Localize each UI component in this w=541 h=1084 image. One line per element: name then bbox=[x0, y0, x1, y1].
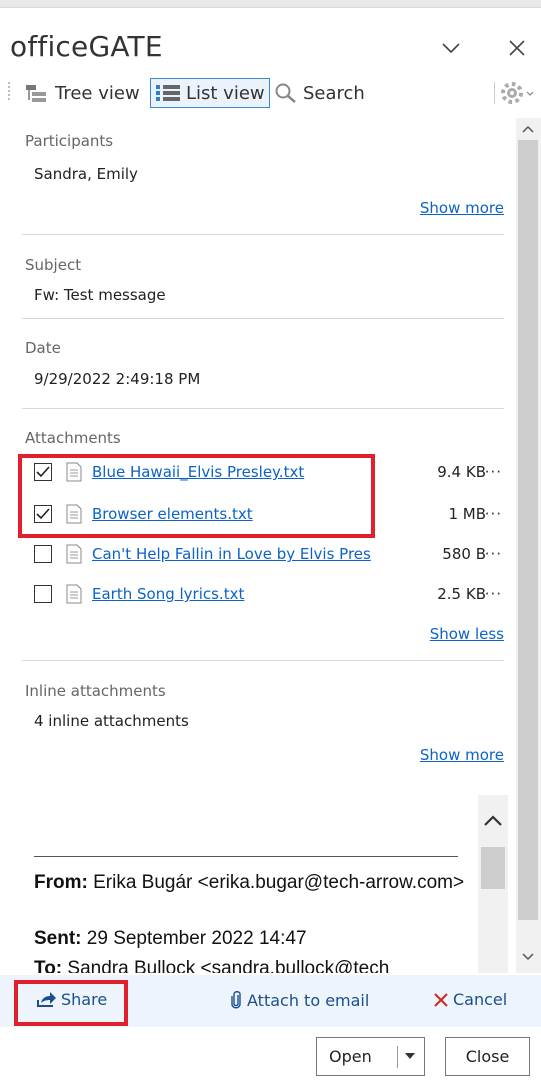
attachment-link[interactable]: Earth Song lyrics.txt bbox=[92, 585, 397, 603]
preview-from: From: Erika Bugár <erika.bugar@tech-arro… bbox=[34, 869, 474, 897]
text-file-icon bbox=[66, 544, 82, 564]
attachment-size: 9.4 KB bbox=[437, 463, 486, 481]
scroll-up-icon[interactable] bbox=[521, 124, 535, 134]
preview-to: To: Sandra Bullock <sandra.bullock@tech bbox=[34, 955, 478, 973]
tree-view-icon bbox=[24, 83, 50, 103]
subject-value: Fw: Test message bbox=[34, 286, 166, 304]
attachment-size: 580 B bbox=[442, 545, 486, 563]
tree-view-button[interactable]: Tree view bbox=[24, 78, 140, 108]
view-toolbar: Tree view List view Search bbox=[0, 76, 541, 110]
chevron-down-icon[interactable] bbox=[437, 34, 465, 62]
attachments-label: Attachments bbox=[25, 429, 121, 447]
attachment-link[interactable]: Can't Help Fallin in Love by Elvis Pres bbox=[92, 545, 397, 563]
paperclip-icon bbox=[229, 990, 243, 1010]
participants-value: Sandra, Emily bbox=[34, 165, 138, 183]
preview-scrollbar[interactable] bbox=[478, 795, 508, 973]
pane-scrollbar[interactable] bbox=[516, 118, 541, 973]
attachment-checkbox[interactable] bbox=[34, 585, 52, 603]
window-top-edge bbox=[0, 0, 541, 8]
close-icon bbox=[433, 992, 449, 1008]
list-view-label: List view bbox=[186, 82, 265, 104]
dropdown-arrow-icon[interactable] bbox=[398, 1053, 415, 1060]
tree-view-label: Tree view bbox=[55, 82, 140, 104]
attachment-checkbox[interactable] bbox=[34, 545, 52, 563]
divider bbox=[22, 318, 504, 319]
participants-label: Participants bbox=[25, 132, 114, 150]
close-icon[interactable] bbox=[503, 34, 531, 62]
attach-to-email-label: Attach to email bbox=[247, 990, 370, 1010]
attachment-more-button[interactable]: ··· bbox=[485, 463, 502, 481]
attachment-row: Earth Song lyrics.txt 2.5 KB ··· bbox=[34, 583, 504, 605]
settings-gear-icon[interactable] bbox=[500, 78, 534, 108]
preview-sent: Sent: 29 September 2022 14:47 bbox=[34, 925, 474, 953]
date-value: 9/29/2022 2:49:18 PM bbox=[34, 370, 201, 388]
list-view-button[interactable]: List view bbox=[150, 78, 270, 108]
pane-scroll-thumb[interactable] bbox=[518, 140, 538, 920]
from-value: Erika Bugár <erika.bugar@tech-arrow.com> bbox=[93, 872, 465, 893]
pane-header: officeGATE bbox=[0, 8, 541, 70]
scroll-up-icon[interactable] bbox=[483, 815, 503, 827]
attachment-more-button[interactable]: ··· bbox=[485, 585, 502, 603]
action-bar: Share Attach to email Cancel bbox=[0, 975, 541, 1027]
divider bbox=[22, 408, 504, 409]
divider bbox=[22, 234, 504, 235]
cancel-label: Cancel bbox=[453, 990, 508, 1009]
attachments-highlight-box bbox=[18, 454, 375, 538]
preview-separator bbox=[34, 856, 458, 857]
attach-to-email-button[interactable]: Attach to email bbox=[229, 990, 369, 1010]
toolbar-grip[interactable] bbox=[8, 82, 10, 102]
cancel-button[interactable]: Cancel bbox=[433, 990, 507, 1009]
to-label: To: bbox=[34, 958, 63, 973]
attachment-more-button[interactable]: ··· bbox=[485, 545, 502, 563]
attachment-more-button[interactable]: ··· bbox=[485, 505, 502, 523]
sent-value: 29 September 2022 14:47 bbox=[86, 928, 307, 949]
open-label: Open bbox=[329, 1047, 372, 1066]
text-file-icon bbox=[66, 584, 82, 604]
close-label: Close bbox=[465, 1047, 510, 1066]
search-icon bbox=[274, 82, 298, 104]
search-button[interactable]: Search bbox=[274, 78, 365, 108]
attachment-row: Can't Help Fallin in Love by Elvis Pres … bbox=[34, 543, 504, 565]
preview-scroll-thumb[interactable] bbox=[481, 847, 505, 889]
to-value: Sandra Bullock <sandra.bullock@tech bbox=[67, 958, 390, 973]
list-view-icon bbox=[155, 83, 181, 103]
close-button[interactable]: Close bbox=[445, 1037, 530, 1076]
divider bbox=[22, 660, 504, 661]
search-label: Search bbox=[303, 82, 365, 104]
date-label: Date bbox=[25, 339, 61, 357]
message-preview: From: Erika Bugár <erika.bugar@tech-arro… bbox=[0, 795, 516, 973]
share-highlight-box bbox=[14, 980, 128, 1026]
scroll-down-icon[interactable] bbox=[521, 952, 535, 962]
attachments-show-less-link[interactable]: Show less bbox=[430, 625, 504, 643]
attachment-size: 1 MB bbox=[448, 505, 486, 523]
open-split-button[interactable]: Open bbox=[316, 1037, 425, 1076]
subject-label: Subject bbox=[25, 256, 82, 274]
toolbar-separator bbox=[494, 82, 495, 104]
inline-show-more-link[interactable]: Show more bbox=[420, 746, 504, 764]
inline-attachments-value: 4 inline attachments bbox=[34, 712, 189, 730]
sent-label: Sent: bbox=[34, 928, 82, 949]
details-pane: Participants Sandra, Emily Show more Sub… bbox=[0, 118, 516, 973]
attachment-size: 2.5 KB bbox=[437, 585, 486, 603]
app-title: officeGATE bbox=[10, 30, 163, 63]
inline-attachments-label: Inline attachments bbox=[25, 682, 166, 700]
from-label: From: bbox=[34, 872, 88, 893]
participants-show-more-link[interactable]: Show more bbox=[420, 199, 504, 217]
